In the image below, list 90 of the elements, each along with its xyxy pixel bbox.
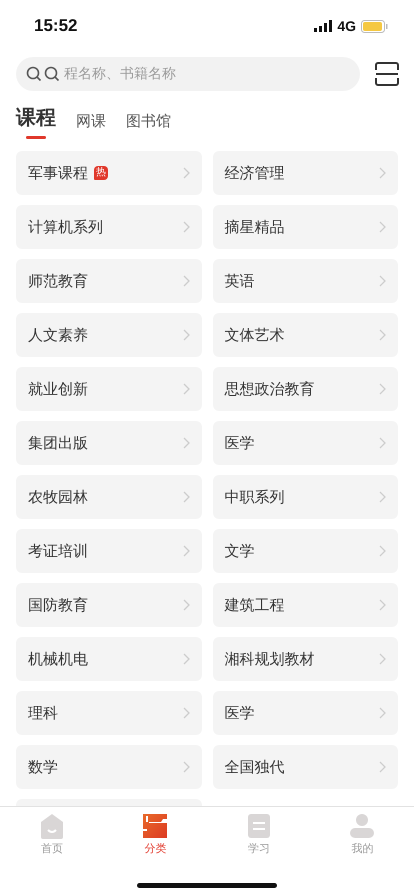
category-item[interactable]: 就业创新: [16, 367, 202, 411]
chevron-icon: [182, 761, 190, 773]
search-bar[interactable]: 程名称、书籍名称: [16, 57, 360, 91]
category-label: 机械机电: [28, 650, 88, 668]
category-item[interactable]: 中职系列: [212, 475, 398, 519]
scan-icon[interactable]: [374, 61, 400, 87]
category-item[interactable]: 农牧园林: [16, 475, 202, 519]
category-item[interactable]: 理科: [16, 691, 202, 735]
network-label: 4G: [337, 18, 356, 34]
chevron-icon: [379, 221, 386, 233]
search-icon: [26, 66, 42, 82]
chevron-icon: [379, 545, 386, 557]
category-label: 人文素养: [28, 326, 88, 344]
house-icon: [38, 813, 65, 839]
signal-icon: [314, 20, 332, 32]
chevron-icon: [182, 653, 190, 665]
category-item[interactable]: 湘科规划教材: [212, 637, 398, 681]
chevron-icon: [379, 491, 386, 503]
category-item[interactable]: 机械机电: [16, 637, 202, 681]
chevron-icon: [182, 545, 190, 557]
category-label: 建筑工程: [224, 596, 284, 614]
chevron-icon: [379, 275, 386, 287]
chevron-icon: [379, 707, 386, 719]
category-label: 英语: [224, 272, 254, 290]
category-label: 考证培训: [28, 542, 88, 560]
hot-badge: 热: [94, 166, 108, 180]
category-label: 农牧园林: [28, 488, 88, 506]
category-tab[interactable]: 图书馆: [126, 112, 171, 139]
search-field[interactable]: 程名称、书籍名称: [62, 65, 360, 83]
chevron-icon: [182, 167, 190, 179]
chevron-icon: [379, 653, 386, 665]
category-item[interactable]: 师范教育: [16, 259, 202, 303]
person-icon: [349, 813, 376, 839]
chevron-icon: [182, 383, 190, 395]
chevron-icon: [182, 221, 190, 233]
category-label: 摘星精品: [224, 218, 284, 236]
category-label: 师范教育: [28, 272, 88, 290]
category-item[interactable]: 集团出版: [16, 421, 202, 465]
book-icon: [142, 813, 168, 839]
category-label: 文体艺术: [224, 326, 284, 344]
category-item[interactable]: 全国独代: [212, 745, 398, 789]
chevron-icon: [182, 491, 190, 503]
category-label: 理科: [28, 704, 58, 722]
chevron-icon: [182, 437, 190, 449]
category-item[interactable]: 医学: [212, 691, 398, 735]
chevron-icon: [182, 707, 190, 719]
chevron-icon: [182, 599, 190, 611]
category-item[interactable]: 计算机系列: [16, 205, 202, 249]
nav-tab[interactable]: 分类: [104, 813, 207, 856]
category-label: 中职系列: [224, 488, 284, 506]
category-item[interactable]: 医学: [212, 421, 398, 465]
chevron-icon: [379, 599, 386, 611]
category-label: 经济管理: [224, 164, 284, 182]
search-icon: [44, 66, 60, 82]
category-label: 国防教育: [28, 596, 88, 614]
category-label: 就业创新: [28, 380, 88, 398]
category-item[interactable]: 建筑工程: [212, 583, 398, 627]
category-item[interactable]: 摘星精品: [212, 205, 398, 249]
category-label: 医学: [224, 704, 254, 722]
category-item[interactable]: 人文素养: [16, 313, 202, 357]
category-item[interactable]: 英语: [212, 259, 398, 303]
category-label: 计算机系列: [28, 218, 103, 236]
category-label: 文学: [224, 542, 254, 560]
chevron-icon: [182, 329, 190, 341]
chevron-icon: [182, 275, 190, 287]
status-time: 15:52: [34, 16, 78, 36]
category-item[interactable]: 军事课程 热: [16, 151, 202, 195]
category-label: 数学: [28, 758, 58, 776]
category-item[interactable]: 文体艺术: [212, 313, 398, 357]
category-item[interactable]: 国防教育: [16, 583, 202, 627]
notes-icon: [246, 813, 271, 839]
battery-icon: [361, 20, 388, 32]
chevron-icon: [379, 383, 386, 395]
category-label: 全国独代: [224, 758, 284, 776]
category-label: 医学: [224, 434, 254, 452]
category-item[interactable]: 思想政治教育: [212, 367, 398, 411]
chevron-icon: [379, 761, 386, 773]
category-label: 集团出版: [28, 434, 88, 452]
chevron-icon: [379, 167, 386, 179]
category-tab[interactable]: 课程: [16, 104, 56, 139]
category-label: 思想政治教育: [224, 380, 314, 398]
chevron-icon: [379, 437, 386, 449]
category-tab[interactable]: 网课: [76, 112, 106, 139]
category-item[interactable]: 文学: [212, 529, 398, 573]
category-label: 军事课程: [28, 164, 88, 182]
category-item[interactable]: 数学: [16, 745, 202, 789]
category-label: 湘科规划教材: [224, 650, 314, 668]
category-item[interactable]: 经济管理: [212, 151, 398, 195]
category-item[interactable]: 考证培训: [16, 529, 202, 573]
chevron-icon: [379, 329, 386, 341]
